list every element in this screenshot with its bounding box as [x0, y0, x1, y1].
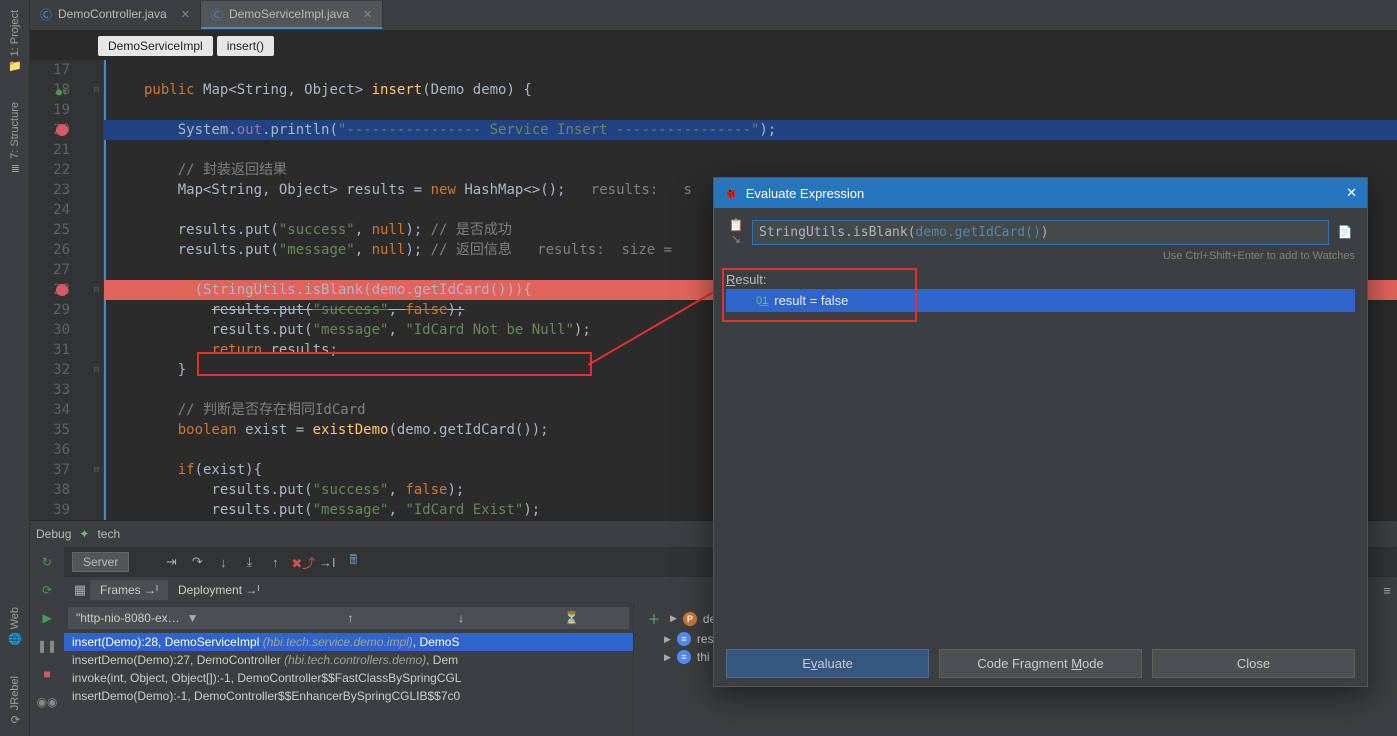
debug-controls: ↻ ⟳ ▶ ❚❚ ■ ◉◉ — [30, 547, 64, 736]
frames-tab[interactable]: Frames →ᴵ — [90, 580, 168, 600]
thread-selector[interactable]: ⬤ "http-nio-8080-exec-40"@19,664 in grou… — [68, 607, 629, 629]
frames-pane: ⬤ "http-nio-8080-exec-40"@19,664 in grou… — [64, 603, 634, 736]
editor-tabs: Ⓒ DemoController.java ✕ Ⓒ DemoServiceImp… — [30, 0, 1397, 30]
tool-jrebel[interactable]: ⟳JRebel — [9, 676, 21, 726]
resume-icon[interactable]: ▶ — [36, 607, 58, 629]
drop-frame-icon[interactable]: ✖⤴ — [291, 553, 311, 572]
stop-icon[interactable]: ■ — [36, 663, 58, 685]
stack-frame[interactable]: insertDemo(Demo):27, DemoController (hbi… — [64, 651, 633, 669]
tool-structure[interactable]: ≣7: Structure — [9, 102, 21, 175]
tab-label: DemoServiceImpl.java — [229, 7, 349, 21]
breadcrumb: DemoServiceImpl insert() — [98, 36, 274, 56]
step-out-icon[interactable]: ↑ — [265, 555, 285, 570]
left-tool-strip: 📁1: Project ≣7: Structure 🌐Web ⟳JRebel — [0, 0, 30, 736]
run-config-icon: ✦ — [79, 527, 89, 541]
pause-icon[interactable]: ❚❚ — [36, 635, 58, 657]
evaluate-button[interactable]: Evaluate — [726, 649, 929, 678]
dialog-title-text: Evaluate Expression — [746, 186, 865, 201]
history-icon[interactable]: 📋↘ — [726, 218, 746, 246]
breakpoint-icon[interactable] — [56, 284, 68, 296]
stack-frame[interactable]: insert(Demo):28, DemoServiceImpl (hbi.te… — [64, 633, 633, 651]
breadcrumb-method[interactable]: insert() — [217, 36, 274, 56]
code-fragment-mode-button[interactable]: Code Fragment Mode — [939, 649, 1142, 678]
tool-web[interactable]: 🌐Web — [8, 607, 22, 645]
evaluate-expression-dialog: 🐞 Evaluate Expression ✕ 📋↘ StringUtils.is… — [713, 177, 1368, 687]
server-tab[interactable]: Server — [72, 552, 129, 572]
filter-icon[interactable]: ⏳ — [518, 611, 625, 625]
force-step-into-icon[interactable]: ⤓ — [239, 554, 259, 570]
dialog-icon: 🐞 — [724, 187, 738, 200]
annotation-box — [722, 268, 917, 322]
threads-icon[interactable]: ≡ — [1377, 583, 1397, 598]
prev-frame-icon[interactable]: ↑ — [297, 611, 404, 625]
hint-text: Use Ctrl+Shift+Enter to add to Watches — [726, 250, 1355, 262]
run-config-name: tech — [97, 527, 120, 541]
show-execution-icon[interactable]: ⇥ — [161, 554, 181, 570]
tab-demo-controller[interactable]: Ⓒ DemoController.java ✕ — [30, 1, 201, 29]
class-icon: Ⓒ — [40, 6, 52, 23]
close-icon[interactable]: ✕ — [363, 8, 372, 21]
tool-project[interactable]: 📁1: Project — [8, 10, 22, 72]
close-icon[interactable]: ✕ — [181, 8, 190, 21]
step-into-icon[interactable]: ↓ — [213, 555, 233, 570]
gutter: 17 18●↑ 19 20 21 22 23 24 25 26 27 28 29… — [30, 60, 90, 520]
add-watch-icon[interactable]: ＋ — [644, 609, 664, 628]
fold-bar: ⊟ ⊟ ⊟ ⊟ — [90, 60, 104, 520]
view-breakpoints-icon[interactable]: ◉◉ — [36, 691, 58, 713]
restore-layout-icon[interactable]: ▦ — [70, 582, 90, 598]
stack-frame[interactable]: invoke(int, Object, Object[]):-1, DemoCo… — [64, 669, 633, 687]
dialog-titlebar[interactable]: 🐞 Evaluate Expression ✕ — [714, 178, 1367, 208]
tab-demo-service-impl[interactable]: Ⓒ DemoServiceImpl.java ✕ — [201, 1, 383, 29]
class-icon: Ⓒ — [211, 6, 223, 23]
breakpoint-icon[interactable] — [56, 124, 68, 136]
stack-frame[interactable]: insertDemo(Demo):-1, DemoController$$Enh… — [64, 687, 633, 705]
rerun-icon[interactable]: ↻ — [36, 551, 58, 573]
next-frame-icon[interactable]: ↓ — [408, 611, 515, 625]
expand-icon[interactable]: 📄 — [1335, 225, 1355, 239]
breadcrumb-class[interactable]: DemoServiceImpl — [98, 36, 213, 56]
debug-title: Debug — [36, 527, 71, 541]
update-icon[interactable]: ⟳ — [36, 579, 58, 601]
step-over-icon[interactable]: ↷ — [187, 554, 207, 570]
expression-input[interactable]: StringUtils.isBlank(demo.getIdCard()) — [752, 220, 1329, 245]
deployment-tab[interactable]: Deployment →ᴵ — [168, 580, 269, 600]
tab-label: DemoController.java — [58, 7, 167, 21]
run-to-cursor-icon[interactable]: →I — [317, 555, 337, 570]
evaluate-icon[interactable]: 🖩 — [343, 551, 363, 573]
close-icon[interactable]: ✕ — [1346, 185, 1357, 201]
close-button[interactable]: Close — [1152, 649, 1355, 678]
